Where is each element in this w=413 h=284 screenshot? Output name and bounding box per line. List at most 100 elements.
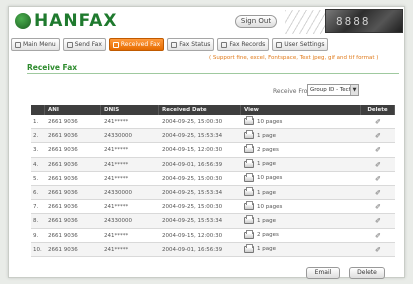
delete-icon[interactable]: ✐ <box>375 143 381 156</box>
row-number: 7. <box>33 204 39 211</box>
row-view[interactable]: 10 pages <box>241 172 361 185</box>
row-ani: 2661 9036 <box>48 175 78 182</box>
fax-view-icon[interactable] <box>244 116 254 126</box>
app-window: HANFAX Sign Out 8888 Main Menu Send Fax … <box>8 6 405 279</box>
row-view[interactable]: 10 pages <box>241 115 361 128</box>
fax-view-icon[interactable] <box>244 144 254 154</box>
fax-view-icon[interactable] <box>244 215 254 225</box>
nav-send-fax[interactable]: Send Fax <box>62 38 106 51</box>
email-button[interactable]: Email <box>306 267 340 279</box>
row-pages[interactable]: 1 page <box>257 243 276 256</box>
row-delete[interactable]: ✐ <box>361 115 395 128</box>
receive-from-select[interactable]: Group ID - Tech ▼ <box>307 84 359 96</box>
row-view[interactable]: 1 page <box>241 158 361 171</box>
row-view[interactable]: 1 page <box>241 243 361 256</box>
filter-selected-value: Group ID - Tech <box>310 87 353 93</box>
row-dnis: 241***** <box>104 246 129 253</box>
row-delete[interactable]: ✐ <box>361 243 395 256</box>
row-received-date: 2004-09-25, 15:53:34 <box>162 189 223 196</box>
delete-icon[interactable]: ✐ <box>375 214 381 227</box>
row-delete[interactable]: ✐ <box>361 229 395 242</box>
nav-label: Received Fax <box>120 41 161 48</box>
header-decoration <box>285 10 325 34</box>
row-dnis: 241***** <box>104 204 129 211</box>
row-pages[interactable]: 10 pages <box>257 200 282 213</box>
row-pages[interactable]: 1 page <box>257 129 276 142</box>
nav-fax-records[interactable]: Fax Records <box>217 38 270 51</box>
delete-icon[interactable]: ✐ <box>375 243 381 256</box>
nav-main-menu[interactable]: Main Menu <box>11 38 60 51</box>
nav-received-fax[interactable]: Received Fax <box>108 38 165 51</box>
fax-view-icon[interactable] <box>244 201 254 211</box>
row-received-date: 2004-09-25, 15:00:30 <box>162 119 223 125</box>
status-icon <box>171 41 178 48</box>
row-view[interactable]: 2 pages <box>241 229 361 242</box>
row-delete[interactable]: ✐ <box>361 158 395 171</box>
col-header-date: Received Date <box>159 105 241 115</box>
table-row: 5. 2661 9036 241***** 2004-09-25, 15:00:30 1… <box>31 172 395 186</box>
table-row: 10. 2661 9036 241***** 2004-09-01, 16:56:39… <box>31 242 395 257</box>
row-ani: 2661 9036 <box>48 161 78 168</box>
brand-name: HANFAX <box>34 11 118 31</box>
format-notice: ( Support fine, excel, Fontspace, Text j… <box>209 55 379 61</box>
fax-view-icon[interactable] <box>244 229 254 239</box>
table-row: 2. 2661 9036 24330000 2004-09-25, 15:53:34 1… <box>31 129 395 144</box>
nav-fax-status[interactable]: Fax Status <box>167 38 215 51</box>
row-dnis: 241***** <box>104 175 129 182</box>
row-number: 10. <box>33 246 42 253</box>
row-ani: 2661 9036 <box>48 246 78 253</box>
row-number: 8. <box>33 218 39 225</box>
row-ani: 2661 9036 <box>48 204 78 211</box>
row-pages[interactable]: 1 page <box>257 158 276 171</box>
fax-view-icon[interactable] <box>244 130 254 140</box>
logo: HANFAX <box>15 10 118 32</box>
delete-icon[interactable]: ✐ <box>375 229 381 242</box>
delete-icon[interactable]: ✐ <box>375 200 381 213</box>
fax-view-icon[interactable] <box>244 158 254 168</box>
fax-view-icon[interactable] <box>244 172 254 182</box>
col-header-view: View <box>241 105 361 115</box>
delete-icon[interactable]: ✐ <box>375 158 381 171</box>
row-ani: 2661 9036 <box>48 147 78 154</box>
table-header: ANI DNIS Received Date View Delete <box>31 105 395 115</box>
row-received-date: 2004-09-01, 16:56:39 <box>162 161 223 168</box>
row-delete[interactable]: ✐ <box>361 214 395 227</box>
row-pages[interactable]: 10 pages <box>257 115 282 128</box>
row-view[interactable]: 1 page <box>241 186 361 199</box>
fax-view-icon[interactable] <box>244 243 254 253</box>
row-received-date: 2004-09-25, 15:00:30 <box>162 204 223 211</box>
row-pages[interactable]: 2 pages <box>257 143 279 156</box>
row-delete[interactable]: ✐ <box>361 172 395 185</box>
row-number: 5. <box>33 175 39 182</box>
row-number: 4. <box>33 161 39 168</box>
nav-user-settings[interactable]: User Settings <box>272 38 329 51</box>
delete-icon[interactable]: ✐ <box>375 186 381 199</box>
row-received-date: 2004-09-15, 12:00:30 <box>162 232 223 239</box>
row-pages[interactable]: 10 pages <box>257 172 282 185</box>
row-ani: 2661 9036 <box>48 119 78 125</box>
delete-button[interactable]: Delete <box>349 267 385 279</box>
row-pages[interactable]: 1 page <box>257 214 276 227</box>
row-view[interactable]: 10 pages <box>241 200 361 213</box>
row-delete[interactable]: ✐ <box>361 143 395 156</box>
row-delete[interactable]: ✐ <box>361 129 395 142</box>
sign-out-button[interactable]: Sign Out <box>235 15 277 28</box>
row-view[interactable]: 2 pages <box>241 143 361 156</box>
row-pages[interactable]: 1 page <box>257 186 276 199</box>
delete-icon[interactable]: ✐ <box>375 129 381 142</box>
row-dnis: 241***** <box>104 232 129 239</box>
row-ani: 2661 9036 <box>48 218 78 225</box>
row-pages[interactable]: 2 pages <box>257 229 279 242</box>
delete-icon[interactable]: ✐ <box>375 115 381 128</box>
delete-icon[interactable]: ✐ <box>375 172 381 185</box>
row-dnis: 24330000 <box>104 218 132 225</box>
home-icon <box>15 41 21 48</box>
row-delete[interactable]: ✐ <box>361 186 395 199</box>
inbox-icon <box>112 41 119 48</box>
row-view[interactable]: 1 page <box>241 214 361 227</box>
table-row: 8. 2661 9036 24330000 2004-09-25, 15:53:34 1… <box>31 214 395 229</box>
row-number: 6. <box>33 189 39 196</box>
row-view[interactable]: 1 page <box>241 129 361 142</box>
row-delete[interactable]: ✐ <box>361 200 395 213</box>
fax-view-icon[interactable] <box>244 187 254 197</box>
